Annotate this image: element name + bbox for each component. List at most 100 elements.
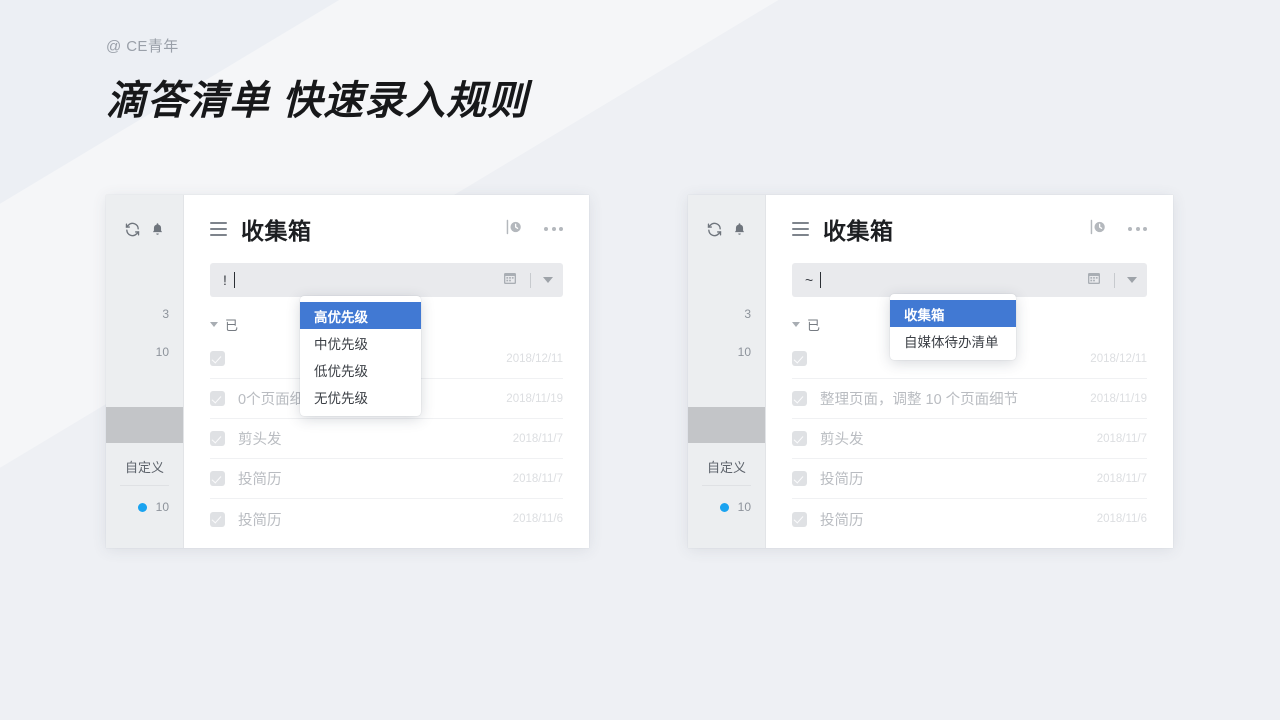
checkbox-checked-icon[interactable] — [792, 391, 807, 406]
checkbox-checked-icon[interactable] — [210, 431, 225, 446]
checkbox-checked-icon[interactable] — [210, 351, 225, 366]
slide-page: @ CE青年 滴答清单 快速录入规则 3 10 自定义 10 收集箱 ! 已 2… — [0, 0, 1280, 720]
task-date: 2018/11/19 — [506, 392, 563, 405]
sidebar-selected-block[interactable] — [688, 407, 765, 443]
quickadd-input[interactable]: ! — [210, 263, 563, 297]
sidebar-selected-block[interactable] — [106, 407, 183, 443]
sidebar-divider — [702, 485, 751, 486]
chevron-down-icon[interactable] — [1127, 277, 1137, 283]
main-header: 收集箱 — [792, 195, 1147, 263]
task-title: 整理页面，调整 10 个页面细节 — [820, 392, 1019, 408]
checkbox-checked-icon[interactable] — [792, 471, 807, 486]
sidebar-icon-row — [106, 195, 183, 243]
task-date: 2018/11/7 — [512, 432, 563, 445]
main-content: 收集箱 ! 已 2018/12/11 0个页面细节 2018/11/19 剪头发… — [184, 195, 589, 548]
chevron-down-icon[interactable] — [543, 277, 553, 283]
task-date: 2018/11/7 — [512, 472, 563, 485]
checkbox-checked-icon[interactable] — [792, 511, 807, 527]
quickadd-separator — [1114, 272, 1115, 288]
table-row[interactable]: 剪头发 2018/11/7 — [210, 419, 563, 459]
sidebar-count-today: 3 — [162, 307, 169, 321]
app-window-priority: 3 10 自定义 10 收集箱 ! 已 2018/12/11 0个页面细节 20… — [106, 195, 589, 548]
bell-icon[interactable] — [732, 221, 747, 243]
main-content: 收集箱 ~ 已 2018/12/11 整理页面，调整 10 个页面细节 2018… — [766, 195, 1173, 548]
task-date: 2018/11/6 — [1096, 513, 1147, 525]
task-date: 2018/11/7 — [1096, 432, 1147, 445]
text-caret — [820, 272, 822, 288]
table-row[interactable]: 剪头发 2018/11/7 — [792, 419, 1147, 459]
checkbox-checked-icon[interactable] — [792, 431, 807, 446]
sidebar-count-next: 10 — [737, 345, 751, 359]
sidebar-list-count: 10 — [737, 500, 751, 514]
sidebar-list-entry[interactable]: 10 — [137, 500, 169, 514]
chevron-down-icon[interactable] — [210, 321, 218, 327]
section-label: 已 — [807, 317, 821, 333]
checkbox-checked-icon[interactable] — [210, 471, 225, 486]
list-title: 收集箱 — [241, 218, 312, 244]
app-window-list: 3 10 自定义 10 收集箱 ~ 已 2018/12/11 整理页面，调整 1… — [688, 195, 1173, 548]
calendar-icon[interactable] — [502, 270, 518, 291]
table-row[interactable]: 投简历 2018/11/6 — [210, 499, 563, 539]
sidebar-list-entry[interactable]: 10 — [719, 500, 751, 514]
task-date: 2018/11/6 — [512, 513, 563, 525]
table-row[interactable]: 投简历 2018/11/7 — [792, 459, 1147, 499]
list-dropdown-menu[interactable]: 收集箱 自媒体待办清单 — [890, 294, 1016, 360]
quickadd-separator — [530, 272, 531, 288]
section-label: 已 — [225, 317, 239, 333]
refresh-icon[interactable] — [124, 221, 141, 243]
task-date: 2018/12/11 — [506, 352, 563, 365]
more-dots-icon[interactable] — [544, 227, 563, 231]
main-header: 收集箱 — [210, 195, 563, 263]
sidebar-icon-row — [688, 195, 765, 243]
sidebar-divider — [120, 485, 169, 486]
clock-history-icon[interactable] — [1088, 218, 1108, 241]
task-list: 2018/12/11 整理页面，调整 10 个页面细节 2018/11/19 剪… — [792, 339, 1147, 539]
menu-item-high-priority[interactable]: 高优先级 — [300, 302, 421, 329]
menu-item-media-todo[interactable]: 自媒体待办清单 — [890, 327, 1016, 354]
header-actions — [504, 218, 563, 241]
page-title: 滴答清单 快速录入规则 — [106, 79, 529, 123]
quickadd-input[interactable]: ~ — [792, 263, 1147, 297]
clock-history-icon[interactable] — [504, 218, 524, 241]
task-date: 2018/12/11 — [1090, 352, 1147, 365]
checkbox-checked-icon[interactable] — [210, 511, 225, 527]
task-date: 2018/11/7 — [1096, 472, 1147, 485]
checkbox-checked-icon[interactable] — [792, 351, 807, 366]
list-title: 收集箱 — [823, 218, 894, 244]
sidebar-custom-label: 自定义 — [124, 460, 164, 475]
table-row[interactable]: 投简历 2018/11/6 — [792, 499, 1147, 539]
author-handle: @ CE青年 — [106, 38, 179, 55]
chevron-down-icon[interactable] — [792, 321, 800, 327]
priority-dropdown-menu[interactable]: 高优先级 中优先级 低优先级 无优先级 — [300, 296, 421, 416]
quickadd-actions — [502, 270, 553, 291]
task-title: 剪头发 — [238, 432, 282, 448]
menu-item-low-priority[interactable]: 低优先级 — [300, 356, 421, 383]
task-title: 投简历 — [820, 512, 864, 529]
menu-item-inbox[interactable]: 收集箱 — [890, 300, 1016, 327]
calendar-icon[interactable] — [1086, 270, 1102, 291]
task-title: 剪头发 — [820, 432, 864, 448]
more-dots-icon[interactable] — [1128, 227, 1147, 231]
checkbox-checked-icon[interactable] — [210, 391, 225, 406]
hamburger-icon[interactable] — [792, 222, 809, 236]
sidebar: 3 10 自定义 10 — [688, 195, 766, 548]
sidebar-custom-label: 自定义 — [706, 460, 746, 475]
refresh-icon[interactable] — [706, 221, 723, 243]
task-title: 投简历 — [820, 472, 864, 488]
task-title: 投简历 — [238, 512, 282, 529]
list-color-dot-icon — [137, 502, 147, 512]
menu-item-medium-priority[interactable]: 中优先级 — [300, 329, 421, 356]
hamburger-icon[interactable] — [210, 222, 227, 236]
task-date: 2018/11/19 — [1090, 392, 1147, 405]
header-actions — [1088, 218, 1147, 241]
quickadd-actions — [1086, 270, 1137, 291]
sidebar-list-count: 10 — [155, 500, 169, 514]
quickadd-token: ! — [223, 272, 227, 288]
menu-item-no-priority[interactable]: 无优先级 — [300, 383, 421, 410]
bell-icon[interactable] — [150, 221, 165, 243]
sidebar-count-today: 3 — [744, 307, 751, 321]
table-row[interactable]: 整理页面，调整 10 个页面细节 2018/11/19 — [792, 379, 1147, 419]
text-caret — [233, 272, 235, 288]
table-row[interactable]: 投简历 2018/11/7 — [210, 459, 563, 499]
sidebar-count-next: 10 — [155, 345, 169, 359]
